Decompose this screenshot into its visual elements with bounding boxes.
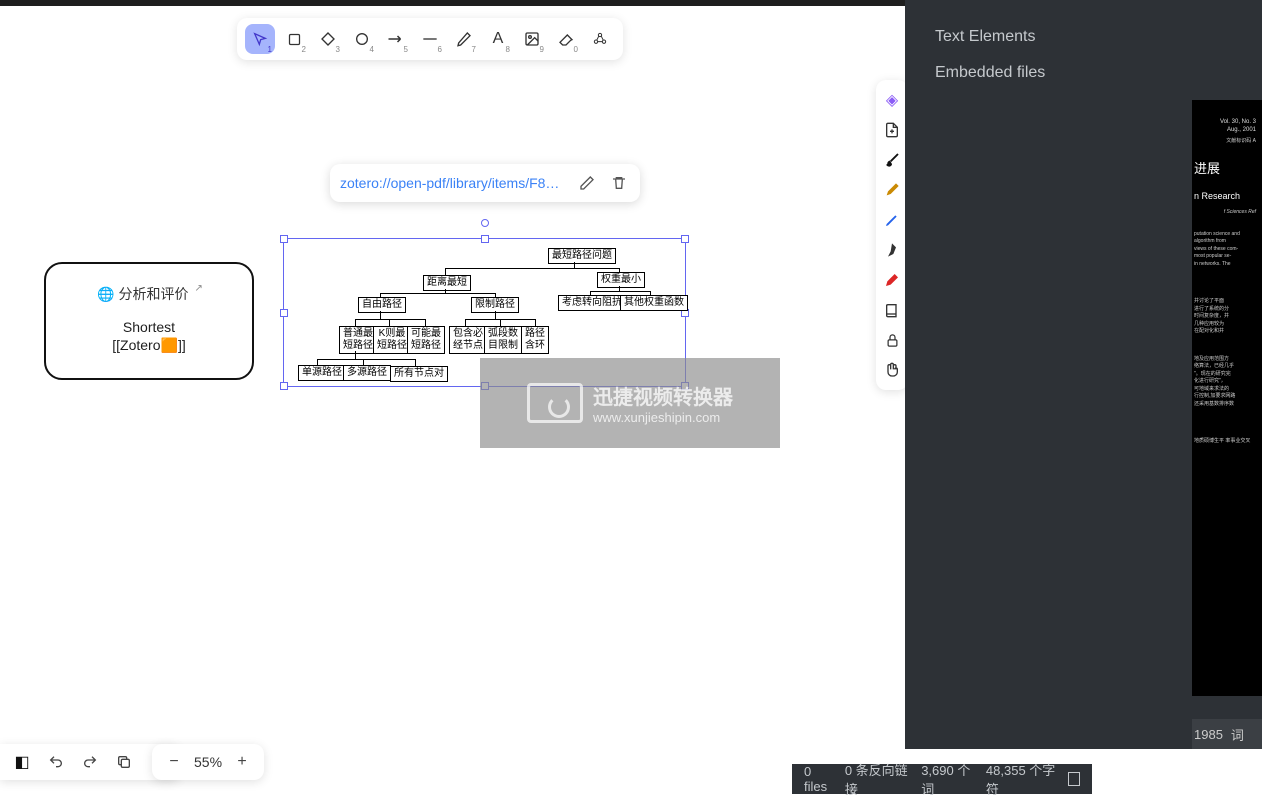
resize-handle[interactable] bbox=[280, 382, 288, 390]
status-words: 3,690 个词 bbox=[921, 760, 974, 798]
watermark-logo-icon bbox=[527, 383, 583, 423]
link-url[interactable]: zotero://open-pdf/library/items/F8… bbox=[340, 175, 566, 191]
edit-link-icon[interactable] bbox=[576, 172, 598, 194]
zoom-toolbar: − 55% + bbox=[152, 744, 264, 780]
canvas[interactable]: zotero://open-pdf/library/items/F8… 🌐 分析… bbox=[0, 6, 905, 794]
resize-handle[interactable] bbox=[280, 235, 288, 243]
redo-icon[interactable] bbox=[78, 750, 102, 774]
card-title: 分析和评价 bbox=[119, 284, 189, 304]
status-pane-icon[interactable] bbox=[1068, 772, 1080, 786]
resize-handle[interactable] bbox=[481, 235, 489, 243]
sidebar-item-embedded-files[interactable]: Embedded files bbox=[935, 64, 1162, 82]
delete-link-icon[interactable] bbox=[608, 172, 630, 194]
rotate-handle[interactable] bbox=[481, 219, 489, 227]
card-body: Shortest [[Zotero🟧]] bbox=[60, 318, 238, 354]
zoom-out-icon[interactable]: − bbox=[162, 750, 186, 774]
link-popup: zotero://open-pdf/library/items/F8… bbox=[330, 164, 640, 202]
external-link-icon[interactable]: ↗ bbox=[195, 283, 203, 294]
pdf-caption-bar: 1985 词 bbox=[1192, 719, 1262, 749]
status-files: 0 files bbox=[804, 764, 833, 794]
status-chars: 48,355 个字符 bbox=[986, 760, 1056, 798]
zoom-level[interactable]: 55% bbox=[194, 754, 222, 770]
resize-handle[interactable] bbox=[280, 309, 288, 317]
right-sidebar: Text Elements Embedded files bbox=[905, 0, 1192, 749]
undo-icon[interactable] bbox=[44, 750, 68, 774]
sidebar-item-text-elements[interactable]: Text Elements bbox=[935, 28, 1162, 46]
resize-handle[interactable] bbox=[681, 235, 689, 243]
copy-icon[interactable] bbox=[112, 750, 136, 774]
pdf-page[interactable]: Vol. 30, No. 3Aug., 2001 文献标识码 A 进展 n Re… bbox=[1192, 100, 1262, 696]
note-card[interactable]: 🌐 分析和评价 ↗ Shortest [[Zotero🟧]] bbox=[44, 262, 254, 380]
zoom-in-icon[interactable]: + bbox=[230, 750, 254, 774]
status-backlinks: 0 条反向链接 bbox=[845, 760, 909, 798]
watermark-overlay: 迅捷视频转换器 www.xunjieshipin.com bbox=[480, 358, 780, 448]
pdf-preview-pane: Vol. 30, No. 3Aug., 2001 文献标识码 A 进展 n Re… bbox=[1192, 0, 1262, 749]
globe-icon: 🌐 bbox=[97, 286, 114, 303]
menu-icon[interactable]: ◧ bbox=[10, 750, 34, 774]
status-bar: 0 files 0 条反向链接 3,690 个词 48,355 个字符 bbox=[792, 764, 1092, 794]
